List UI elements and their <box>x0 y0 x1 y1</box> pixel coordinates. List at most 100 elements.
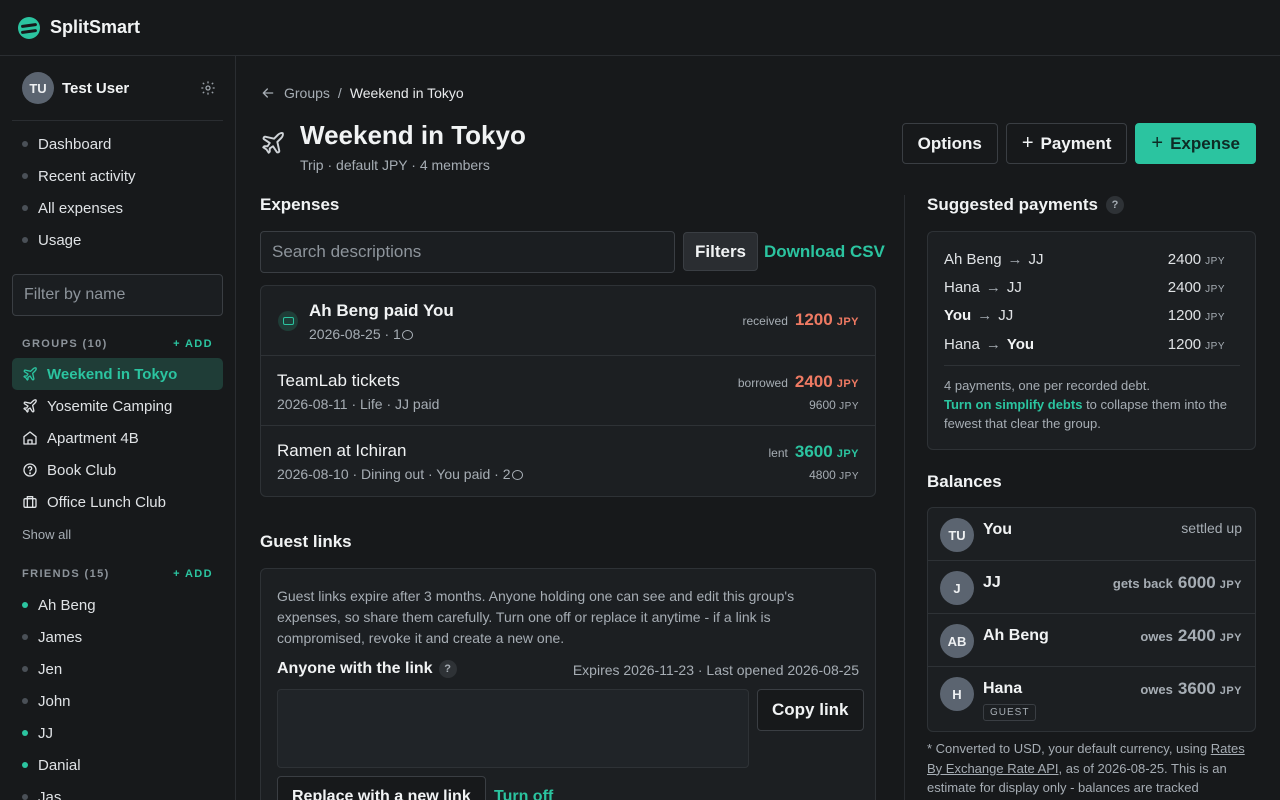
sidebar-group-book-club[interactable]: Book Club <box>12 454 223 486</box>
balance-currency: JPY <box>1219 685 1242 697</box>
sidebar-friend-jas[interactable]: Jas <box>12 781 223 800</box>
friend-label: JJ <box>38 724 53 742</box>
status-dot-icon <box>22 794 28 800</box>
sidebar-friend-john[interactable]: John <box>12 685 223 717</box>
sidebar-group-apartment-4b[interactable]: Apartment 4B <box>12 422 223 454</box>
add-group-button[interactable]: + ADD <box>173 338 213 350</box>
sidebar-friend-jen[interactable]: Jen <box>12 653 223 685</box>
breadcrumb-groups-link[interactable]: Groups <box>284 85 330 101</box>
friend-label: John <box>38 692 71 710</box>
show-all-groups-link[interactable]: Show all <box>22 527 71 542</box>
sidebar-group-office-lunch-club[interactable]: Office Lunch Club <box>12 486 223 518</box>
amount-value: 1200 <box>794 310 833 329</box>
question-circle-icon <box>23 463 37 477</box>
turn-off-link[interactable]: Turn off <box>494 788 553 800</box>
guest-links-heading: Guest links <box>260 532 352 551</box>
expense-meta: 2026-08-11 · Life · JJ paid <box>277 396 440 412</box>
anyone-label-text: Anyone with the link <box>277 660 433 677</box>
nav-dashboard[interactable]: Dashboard <box>12 128 223 160</box>
expense-row[interactable]: TeamLab tickets 2026-08-11 · Life · JJ p… <box>261 356 875 426</box>
balance-currency: JPY <box>1219 579 1242 591</box>
app-logo[interactable]: SplitSmart <box>18 16 140 39</box>
nav-recent-activity[interactable]: Recent activity <box>12 160 223 192</box>
group-label: Book Club <box>47 461 117 479</box>
suggested-payment-row[interactable]: Ah Beng → JJ 2400 JPY <box>944 251 1225 268</box>
suggested-payment-row[interactable]: Hana → JJ 2400 JPY <box>944 279 1225 296</box>
expense-row[interactable]: Ramen at Ichiran 2026-08-10 · Dining out… <box>261 426 875 496</box>
status-dot-icon <box>22 698 28 704</box>
amount-kind: borrowed <box>737 376 788 390</box>
status-dot-icon <box>22 730 28 736</box>
bullet-icon <box>22 141 28 147</box>
balance-row[interactable]: H Hana GUEST owes 3600 JPY <box>928 667 1255 733</box>
status-label: gets back <box>1112 576 1173 591</box>
copy-link-button[interactable]: Copy link <box>757 689 864 731</box>
options-button[interactable]: Options <box>901 123 998 164</box>
suggested-payment-row[interactable]: Hana → You 1200 JPY <box>944 336 1225 353</box>
status-dot-icon <box>22 634 28 640</box>
bullet-icon <box>22 173 28 179</box>
avatar: J <box>940 571 974 605</box>
group-header: Weekend in Tokyo Trip · default JPY · 4 … <box>260 120 526 173</box>
nav-all-expenses[interactable]: All expenses <box>12 192 223 224</box>
status-dot-icon <box>22 602 28 608</box>
balance-row[interactable]: TU You settled up <box>928 508 1255 561</box>
payee: JJ <box>1006 279 1022 296</box>
nav-usage[interactable]: Usage <box>12 224 223 256</box>
payee: JJ <box>1028 251 1044 268</box>
sidebar-friend-ah-beng[interactable]: Ah Beng <box>12 589 223 621</box>
simplify-debts-link[interactable]: Turn on simplify debts <box>944 397 1082 412</box>
link-expiry: Expires 2026-11-23 · Last opened 2026-08… <box>572 662 859 678</box>
search-descriptions-input[interactable] <box>260 231 675 273</box>
breadcrumb: Groups / Weekend in Tokyo <box>260 85 464 101</box>
suggested-payment-row[interactable]: You → JJ 1200 JPY <box>944 307 1225 324</box>
sidebar-friend-danial[interactable]: Danial <box>12 749 223 781</box>
avatar[interactable]: TU <box>22 72 54 104</box>
expense-meta-text: 2026-08-10 · Dining out · You paid · 2 <box>277 466 511 482</box>
bullet-icon <box>22 205 28 211</box>
options-label: Options <box>917 133 982 153</box>
gear-icon[interactable] <box>200 80 216 96</box>
plane-icon <box>23 367 37 381</box>
total-value: 4800 <box>809 468 836 482</box>
amount-value: 3600 <box>794 442 833 461</box>
help-icon[interactable]: ? <box>1106 196 1124 214</box>
guest-link-field[interactable] <box>277 689 749 768</box>
plane-icon <box>23 399 37 413</box>
payer: Hana <box>944 279 980 296</box>
status-label: owes <box>1140 682 1173 697</box>
comment-icon <box>511 470 523 480</box>
replace-link-button[interactable]: Replace with a new link <box>277 776 486 800</box>
payment-amount: 1200 <box>1167 307 1202 324</box>
nav-label: All expenses <box>38 199 124 217</box>
suggested-payments-heading: Suggested payments ? <box>927 195 1124 215</box>
friend-label: Ah Beng <box>38 596 96 614</box>
balance-amount: 6000 <box>1177 573 1216 592</box>
sidebar-friend-jj[interactable]: JJ <box>12 717 223 749</box>
expense-total: 9600 JPY <box>809 398 859 412</box>
download-csv-link[interactable]: Download CSV <box>764 242 885 262</box>
breadcrumb-current: Weekend in Tokyo <box>349 85 464 101</box>
balance-name: Ah Beng <box>983 627 1049 644</box>
balance-row[interactable]: J JJ gets back 6000 JPY <box>928 561 1255 614</box>
sidebar-group-yosemite-camping[interactable]: Yosemite Camping <box>12 390 223 422</box>
filters-button[interactable]: Filters <box>683 232 759 271</box>
arrow-left-icon[interactable] <box>260 85 276 101</box>
friend-label: James <box>38 628 83 646</box>
add-friend-button[interactable]: + ADD <box>173 568 213 580</box>
expense-row[interactable]: Ah Beng paid You 2026-08-25 · 1 received… <box>261 286 875 356</box>
sidebar-group-weekend-in-tokyo[interactable]: Weekend in Tokyo <box>12 358 223 390</box>
help-icon[interactable]: ? <box>438 660 457 678</box>
expenses-list: Ah Beng paid You 2026-08-25 · 1 received… <box>260 285 876 497</box>
balance-amount: 2400 <box>1177 626 1216 645</box>
payer: Ah Beng <box>944 251 1002 268</box>
page-title: Weekend in Tokyo <box>300 120 526 150</box>
sidebar-friend-james[interactable]: James <box>12 621 223 653</box>
add-payment-button[interactable]: + Payment <box>1005 123 1128 164</box>
filter-by-name-input[interactable] <box>12 274 223 316</box>
user-profile: TU Test User <box>22 72 216 104</box>
balance-status: settled up <box>1181 520 1242 536</box>
add-expense-button[interactable]: + Expense <box>1135 123 1256 164</box>
balance-row[interactable]: AB Ah Beng owes 2400 JPY <box>928 614 1255 667</box>
nav-label: Usage <box>38 231 82 249</box>
